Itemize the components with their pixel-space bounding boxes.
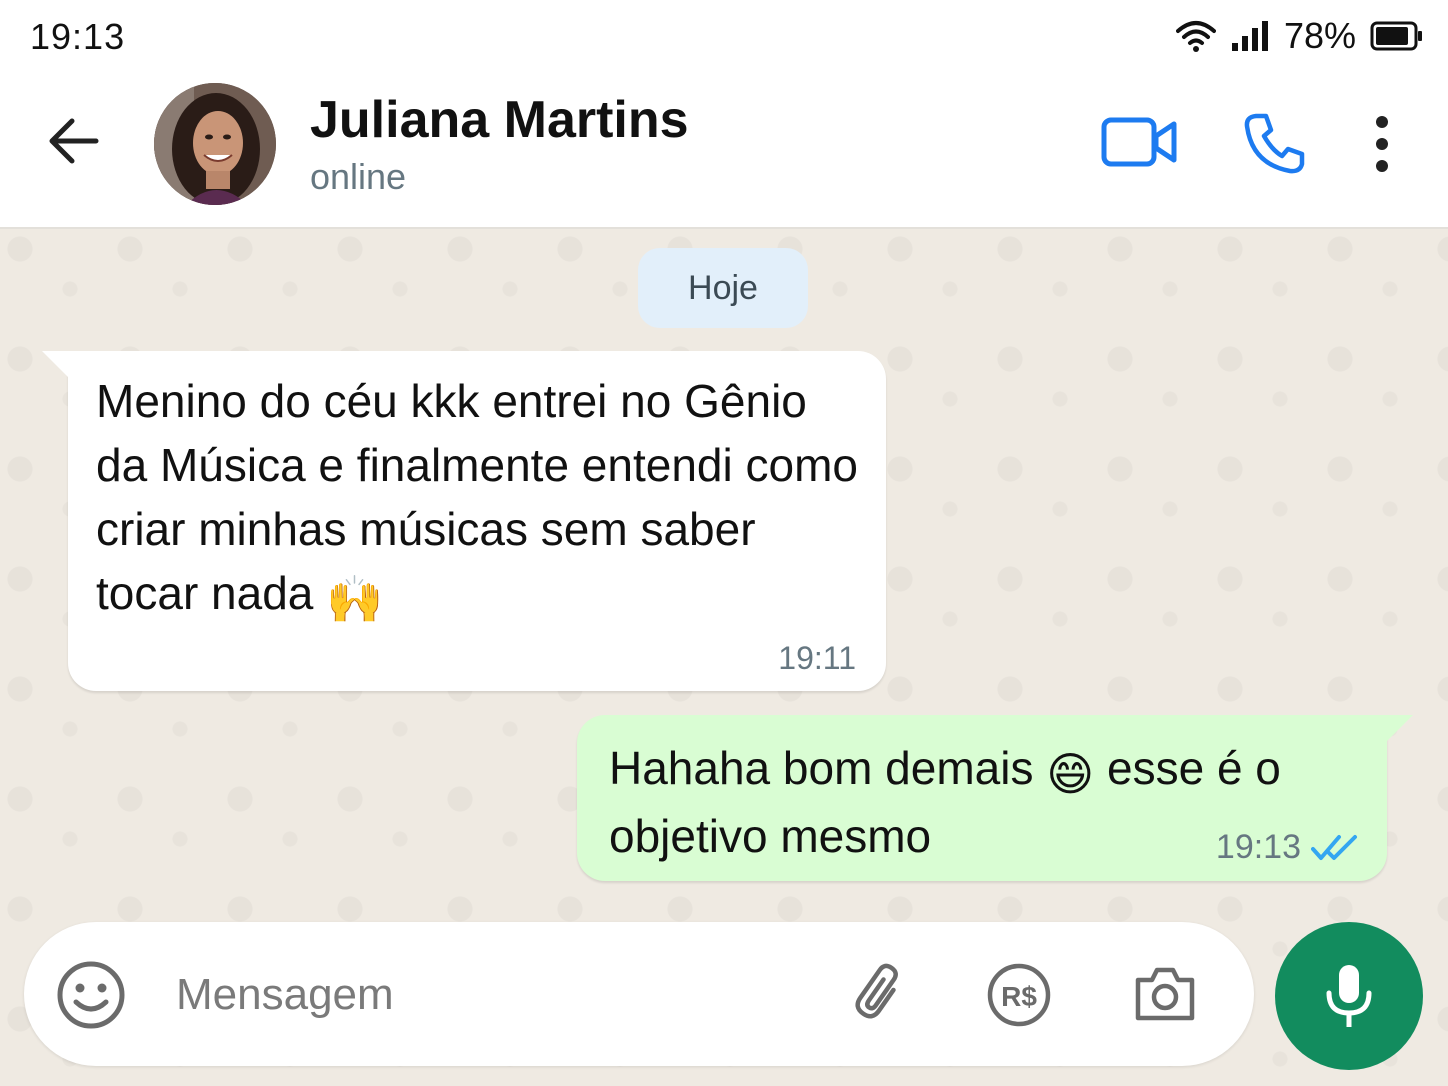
double-check-icon xyxy=(1311,834,1357,860)
message-body-start: Hahaha bom demais xyxy=(609,742,1034,794)
message-time: 19:11 xyxy=(778,640,856,676)
contact-status: online xyxy=(310,156,407,197)
message-time: 19:13 xyxy=(1215,828,1301,866)
phone-icon xyxy=(1244,113,1305,174)
payment-label: R$ xyxy=(1001,981,1037,1012)
voice-call-button[interactable] xyxy=(1242,110,1308,176)
back-button[interactable] xyxy=(44,112,102,170)
message-text: Menino do céu kkk entrei no Gênio da Mús… xyxy=(96,369,866,631)
more-vertical-icon xyxy=(1376,116,1388,172)
payment-button[interactable]: R$ xyxy=(986,962,1052,1028)
grinning-emoji: 😄 xyxy=(1046,748,1095,800)
camera-icon xyxy=(1135,967,1195,1021)
outgoing-message[interactable]: Hahaha bom demais 😄 esse é o objetivo me… xyxy=(577,715,1413,881)
message-input[interactable] xyxy=(174,962,778,1028)
wifi-icon xyxy=(1175,21,1216,52)
more-options-button[interactable] xyxy=(1364,112,1400,176)
status-time: 19:13 xyxy=(30,16,126,57)
voice-message-button[interactable] xyxy=(1275,922,1423,1070)
arrow-left-icon xyxy=(49,118,99,164)
message-meta: 19:13 xyxy=(1216,828,1361,867)
contact-name[interactable]: Juliana Martins xyxy=(310,90,689,150)
video-camera-icon xyxy=(1101,117,1177,167)
bubble-tail xyxy=(42,351,68,377)
battery-percent: 78% xyxy=(1283,15,1356,56)
raised-hands-emoji: 🙌 xyxy=(326,573,384,625)
bubble-tail xyxy=(1387,715,1413,741)
status-bar: 19:13 78% xyxy=(0,0,1448,70)
smiley-icon xyxy=(57,961,125,1029)
paperclip-icon xyxy=(855,963,898,1019)
real-payment-icon: R$ xyxy=(987,963,1051,1027)
chat-header: Juliana Martins online xyxy=(0,70,1448,229)
battery-icon xyxy=(1370,21,1422,51)
status-icons: 78% xyxy=(1175,14,1424,58)
microphone-icon xyxy=(1326,965,1372,1027)
date-chip: Hoje xyxy=(638,248,808,328)
incoming-message[interactable]: Menino do céu kkk entrei no Gênio da Mús… xyxy=(42,351,886,691)
avatar[interactable] xyxy=(154,83,276,205)
message-composer: R$ xyxy=(24,922,1254,1066)
attach-button[interactable] xyxy=(850,962,914,1026)
emoji-button[interactable] xyxy=(56,960,126,1030)
message-body: Menino do céu kkk entrei no Gênio da Mús… xyxy=(96,375,858,619)
video-call-button[interactable] xyxy=(1100,114,1180,170)
contact-photo xyxy=(154,83,276,205)
camera-button[interactable] xyxy=(1132,962,1198,1024)
signal-icon xyxy=(1231,21,1268,51)
